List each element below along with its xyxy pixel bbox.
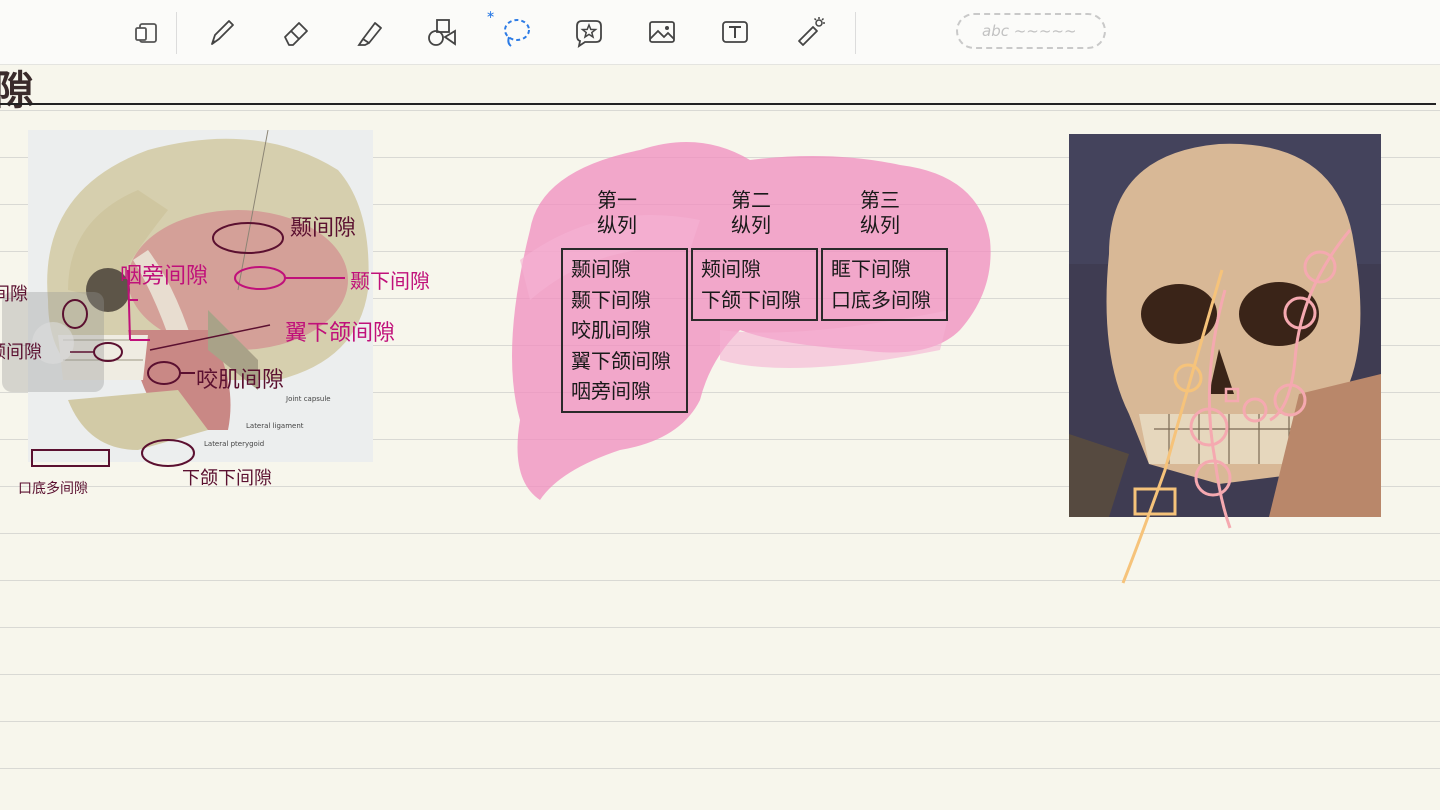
- annotation-infratemporal: 颞下间隙: [350, 269, 430, 293]
- column-header: 第三 纵列: [860, 188, 900, 237]
- list-item: 颞下间隙: [571, 287, 651, 312]
- pen-icon[interactable]: [204, 14, 240, 50]
- heading-underline: [0, 103, 1436, 105]
- highlighter-icon[interactable]: [352, 14, 388, 50]
- laser-pointer-icon[interactable]: [792, 14, 828, 50]
- bluetooth-icon: ∗: [486, 8, 496, 21]
- list-item: 颞间隙: [571, 257, 631, 281]
- figure-label: Joint capsule: [286, 395, 331, 403]
- annotation-partial: 颊间隙: [0, 342, 42, 363]
- skull-photo-image[interactable]: [1069, 134, 1381, 517]
- annotation-submandibular: 下颌下间隙: [182, 468, 272, 489]
- annotation-floor-of-mouth: 口底多间隙: [18, 481, 88, 497]
- column-box: 颊间隙 下颌下间隙: [691, 248, 818, 321]
- toolbar-divider: [855, 12, 856, 54]
- list-item: 口底多间隙: [831, 287, 931, 312]
- lasso-icon[interactable]: [498, 14, 534, 50]
- annotation-pterygomandibular: 翼下颌间隙: [285, 321, 396, 346]
- toolbar-divider: [176, 12, 177, 54]
- annotation-partial: 间隙: [0, 284, 28, 305]
- list-item: 下颌下间隙: [701, 287, 801, 312]
- toolbar: ∗ abc ~~~~~: [0, 0, 1440, 65]
- page-heading: 隙: [0, 67, 34, 114]
- image-icon[interactable]: [644, 14, 680, 50]
- list-item: 咬肌间隙: [571, 318, 651, 342]
- eraser-icon[interactable]: [278, 14, 314, 50]
- list-item: 颊间隙: [701, 257, 761, 281]
- sticker-icon[interactable]: [570, 14, 606, 50]
- handwriting-input[interactable]: abc ~~~~~: [956, 13, 1106, 49]
- list-item: 眶下间隙: [831, 257, 911, 281]
- shapes-icon[interactable]: [424, 14, 460, 50]
- list-item: 翼下颌间隙: [571, 348, 671, 373]
- annotation-temporal: 颞间隙: [290, 216, 357, 241]
- list-item: 咽旁间隙: [571, 379, 651, 403]
- figure-label: Lateral pterygoid: [204, 440, 265, 448]
- figure-label: Lateral ligament: [246, 422, 304, 430]
- column-header: 第一 纵列: [597, 188, 637, 237]
- column-box: 眶下间隙 口底多间隙: [821, 248, 948, 321]
- text-icon[interactable]: [717, 14, 753, 50]
- annotation-parapharyngeal: 咽旁间隙: [120, 264, 209, 289]
- pages-icon[interactable]: [130, 14, 166, 50]
- column-header: 第二 纵列: [731, 188, 771, 237]
- annotation-masseter: 咬肌间隙: [196, 368, 285, 393]
- column-box: 颞间隙 颞下间隙 咬肌间隙 翼下颌间隙 咽旁间隙: [561, 248, 688, 413]
